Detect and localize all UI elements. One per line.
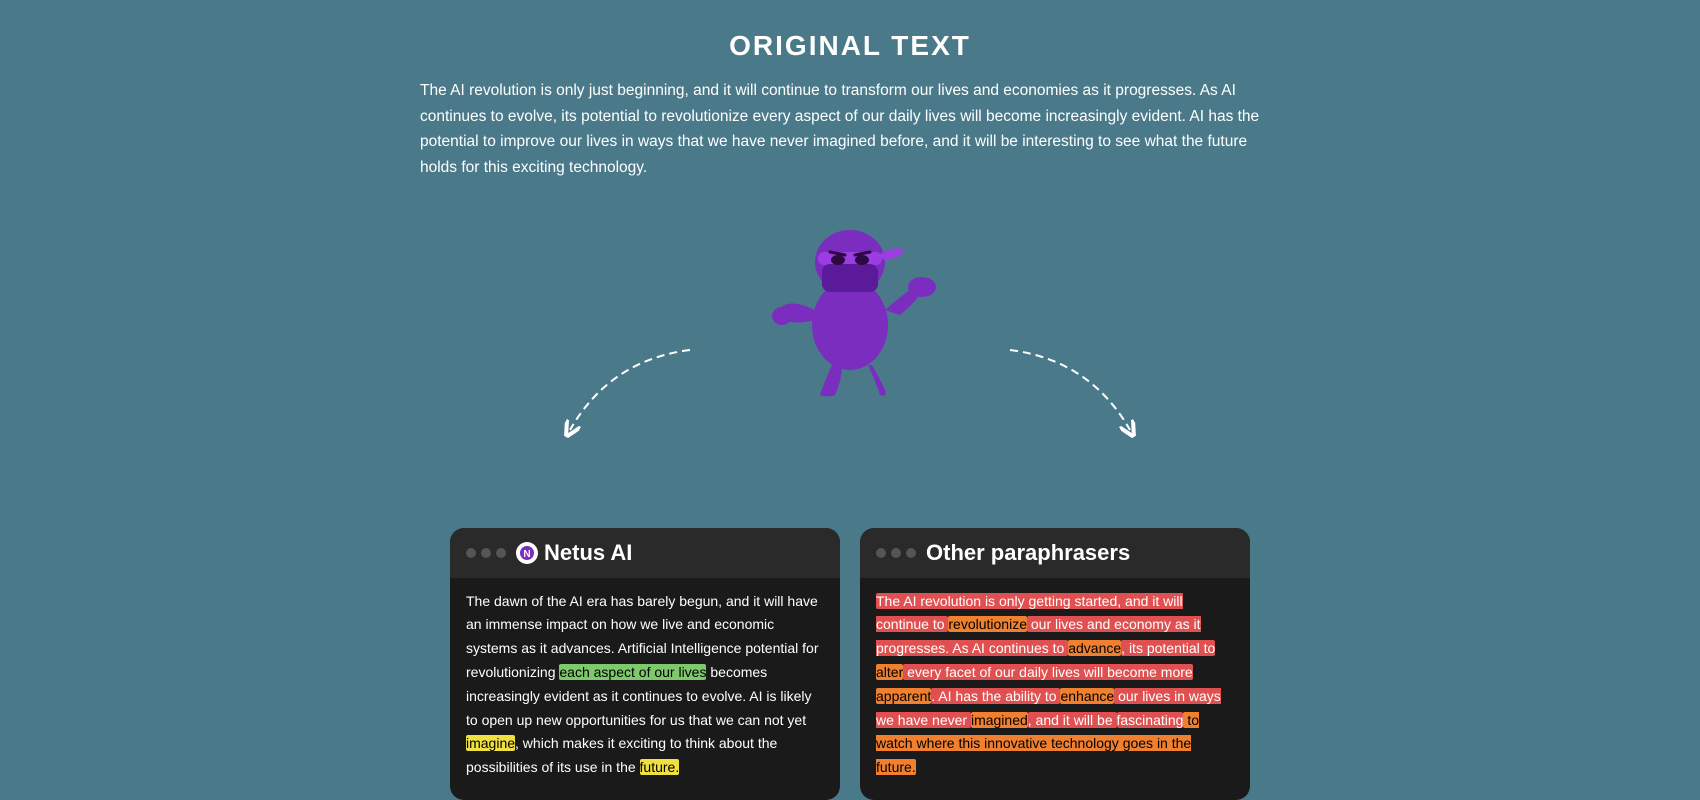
others-panel: Other paraphrasers The AI revolution is … <box>860 528 1250 800</box>
highlight-orange-6: imagined <box>971 712 1028 728</box>
svg-text:N: N <box>523 549 530 560</box>
highlight-orange-3: alter <box>876 664 903 680</box>
others-panel-header: Other paraphrasers <box>860 528 1250 578</box>
dot-6 <box>906 548 916 558</box>
others-panel-title: Other paraphrasers <box>926 540 1130 566</box>
highlight-red-7: , and it will be <box>1028 712 1117 728</box>
highlight-yellow-1: imagine <box>466 735 515 751</box>
right-arrow <box>970 340 1170 460</box>
others-label: Other paraphrasers <box>926 540 1130 566</box>
netus-label: Netus AI <box>544 540 632 566</box>
page-container: ORIGINAL TEXT The AI revolution is only … <box>0 0 1700 800</box>
original-text-section: ORIGINAL TEXT The AI revolution is only … <box>420 30 1280 180</box>
highlight-orange-5: enhance <box>1060 688 1114 704</box>
panels-container: N Netus AI The dawn of the AI era has ba… <box>450 528 1250 800</box>
netus-panel-header: N Netus AI <box>450 528 840 578</box>
netus-panel-content: The dawn of the AI era has barely begun,… <box>450 578 840 780</box>
dot-5 <box>891 548 901 558</box>
ninja-svg <box>760 180 940 400</box>
netus-panel-title: N Netus AI <box>516 540 632 566</box>
netus-logo: N <box>516 542 538 564</box>
dot-3 <box>496 548 506 558</box>
left-arrow <box>530 340 730 460</box>
dot-1 <box>466 548 476 558</box>
ninja-character <box>760 180 940 400</box>
dot-4 <box>876 548 886 558</box>
highlight-orange-4: apparent <box>876 688 931 704</box>
highlight-yellow-2: future. <box>640 759 680 775</box>
original-text-body: The AI revolution is only just beginning… <box>420 78 1280 180</box>
original-text-title: ORIGINAL TEXT <box>420 30 1280 62</box>
others-panel-dots <box>876 548 916 558</box>
highlight-red-8: fascinating <box>1117 712 1184 728</box>
highlight-red-3: , its potential to <box>1121 640 1215 656</box>
dot-2 <box>481 548 491 558</box>
highlight-green-1: each aspect of our lives <box>559 664 706 680</box>
others-panel-content: The AI revolution is only getting starte… <box>860 578 1250 780</box>
highlight-red-4: every facet of our daily lives will beco… <box>903 664 1192 680</box>
netus-panel: N Netus AI The dawn of the AI era has ba… <box>450 528 840 800</box>
highlight-red-5: . AI has the ability to <box>931 688 1060 704</box>
highlight-orange-2: advance <box>1068 640 1121 656</box>
highlight-orange-1: revolutionize <box>948 616 1027 632</box>
netus-panel-dots <box>466 548 506 558</box>
